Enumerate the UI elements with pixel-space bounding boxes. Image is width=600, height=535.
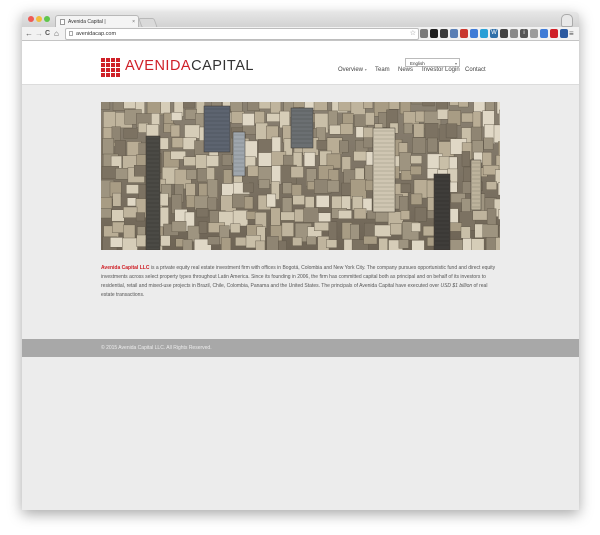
back-icon[interactable]: ← <box>25 28 33 39</box>
logo-word-avenida: AVENIDA <box>125 58 192 74</box>
nav-overview-label: Overview <box>338 67 364 73</box>
logo-square <box>111 73 115 77</box>
logo-square <box>111 68 115 72</box>
bookmark-star-icon[interactable]: ☆ <box>410 29 416 39</box>
chevron-down-icon: ▾ <box>364 67 367 72</box>
about-amount: USD $1 billion <box>440 283 473 289</box>
ext-icon-3[interactable] <box>440 29 448 38</box>
nav-overview[interactable]: Overview ▾ <box>338 66 367 74</box>
logo-square <box>111 63 115 67</box>
about-text-1: is a private equity real estate investme… <box>101 265 496 289</box>
profile-icon[interactable] <box>561 14 573 27</box>
logo-square <box>106 63 110 67</box>
ext-icon-4[interactable] <box>450 29 458 38</box>
site-logo[interactable]: AVENIDACAPITAL <box>125 57 254 75</box>
ext-icon-7[interactable] <box>480 29 488 38</box>
logo-square <box>101 73 105 77</box>
browser-toolbar: ← → C ⌂ avenidacap.com ☆ Wi ≡ <box>22 27 579 41</box>
ext-icon-15[interactable] <box>560 29 568 38</box>
about-paragraph: Avenida Capital LLC is a private equity … <box>101 264 500 300</box>
tab-strip: Avenida Capital | × <box>22 12 579 28</box>
wordpress-icon[interactable]: W <box>490 29 498 38</box>
ext-icon-5[interactable] <box>460 29 468 38</box>
company-name: Avenida Capital LLC <box>101 265 150 271</box>
minimize-window-button[interactable] <box>36 16 42 22</box>
zoom-window-button[interactable] <box>44 16 50 22</box>
logo-square <box>116 63 120 67</box>
site-header: AVENIDACAPITAL English ▾ Overview ▾ Team… <box>22 41 579 85</box>
reload-icon[interactable]: C <box>45 28 50 39</box>
ext-icon-14[interactable] <box>550 29 558 38</box>
menu-icon[interactable]: ≡ <box>569 28 574 39</box>
logo-square <box>101 58 105 62</box>
page-favicon-icon <box>60 19 65 25</box>
browser-window: Avenida Capital | × ← → C ⌂ avenidacap.c… <box>22 12 579 510</box>
ext-icon-10[interactable] <box>510 29 518 38</box>
logo-square <box>116 58 120 62</box>
ext-icon-12[interactable] <box>530 29 538 38</box>
page-icon <box>69 31 73 36</box>
nav-team[interactable]: Team <box>375 66 390 74</box>
ext-icon-6[interactable] <box>470 29 478 38</box>
hero-city-image <box>101 102 500 250</box>
address-bar[interactable]: avenidacap.com ☆ <box>65 28 419 40</box>
nav-investor-login[interactable]: Investor Login <box>422 66 460 74</box>
logo-square <box>101 63 105 67</box>
logo-square <box>106 58 110 62</box>
copyright-text: © 2015 Avenida Capital LLC. All Rights R… <box>101 345 212 351</box>
web-page: AVENIDACAPITAL English ▾ Overview ▾ Team… <box>22 41 579 510</box>
ext-icon-13[interactable] <box>540 29 548 38</box>
ext-icon-9[interactable] <box>500 29 508 38</box>
ext-icon-11[interactable]: i <box>520 29 528 38</box>
home-icon[interactable]: ⌂ <box>54 28 59 39</box>
logo-square <box>106 73 110 77</box>
logo-grid-icon[interactable] <box>101 58 120 77</box>
ext-icon-2[interactable] <box>430 29 438 38</box>
nav-contact[interactable]: Contact <box>465 66 486 74</box>
logo-square <box>111 58 115 62</box>
logo-square <box>106 68 110 72</box>
logo-word-capital: CAPITAL <box>191 58 254 74</box>
forward-icon[interactable]: → <box>35 28 43 39</box>
close-window-button[interactable] <box>28 16 34 22</box>
ext-icon-1[interactable] <box>420 29 428 38</box>
logo-square <box>101 68 105 72</box>
logo-square <box>116 68 120 72</box>
url-text: avenidacap.com <box>76 31 117 37</box>
logo-square <box>116 73 120 77</box>
nav-news[interactable]: News <box>398 66 413 74</box>
site-footer: © 2015 Avenida Capital LLC. All Rights R… <box>22 339 579 357</box>
